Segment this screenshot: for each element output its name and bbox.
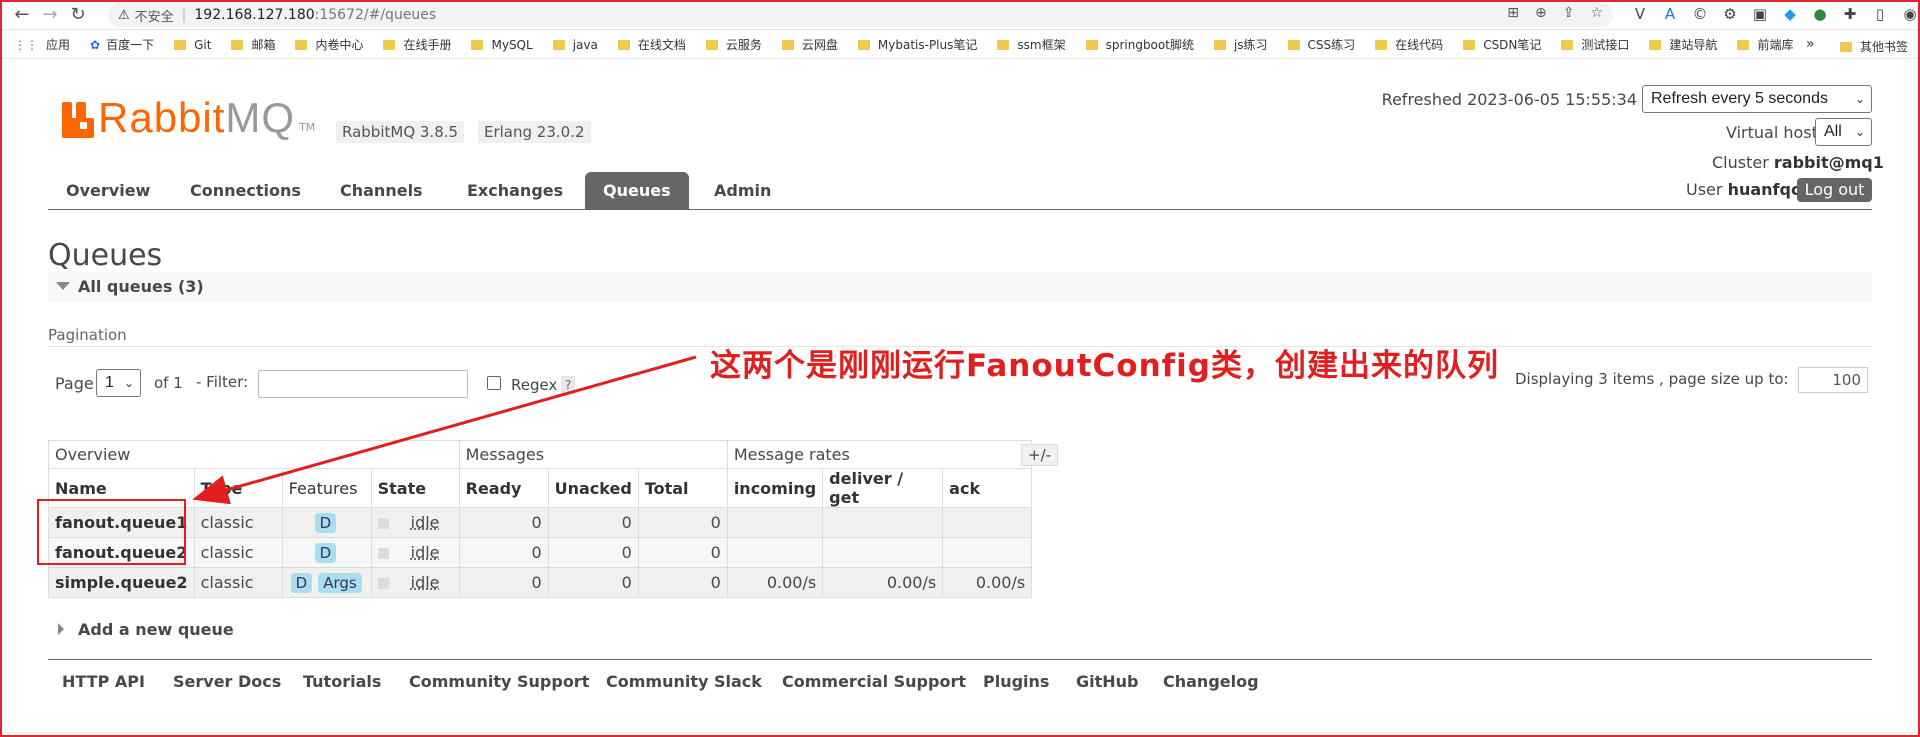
expand-triangle-icon [58, 623, 64, 635]
footer-link-community-support[interactable]: Community Support [409, 672, 589, 691]
footer-link-github[interactable]: GitHub [1076, 672, 1139, 691]
annotation-text: 这两个是刚刚运行FanoutConfig类，创建出来的队列 [710, 348, 1499, 384]
footer-link-community-slack[interactable]: Community Slack [606, 672, 762, 691]
footer-link-tutorials[interactable]: Tutorials [303, 672, 381, 691]
footer-link-changelog[interactable]: Changelog [1163, 672, 1259, 691]
footer-link-plugins[interactable]: Plugins [983, 672, 1049, 691]
add-queue-toggle[interactable]: Add a new queue [58, 620, 234, 639]
footer-link-commercial-support[interactable]: Commercial Support [782, 672, 966, 691]
footer-link-server-docs[interactable]: Server Docs [173, 672, 281, 691]
footer-link-http-api[interactable]: HTTP API [62, 672, 145, 691]
add-queue-label: Add a new queue [78, 620, 234, 639]
footer-links: HTTP API Server Docs Tutorials Community… [48, 659, 1872, 699]
